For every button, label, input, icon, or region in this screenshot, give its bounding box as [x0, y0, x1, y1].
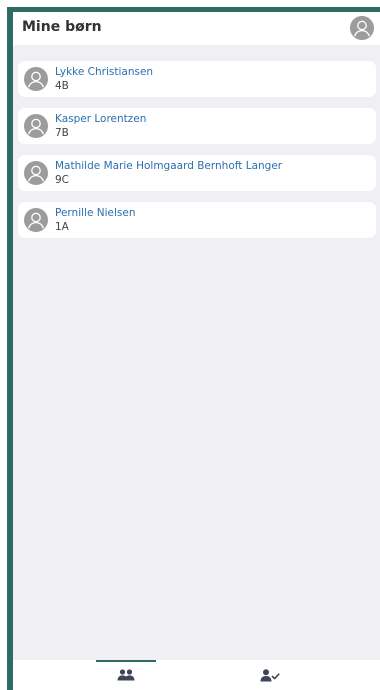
- users-icon: [117, 669, 135, 681]
- avatar: [24, 161, 48, 185]
- child-class: 9C: [55, 174, 70, 186]
- child-class: 7B: [55, 127, 69, 139]
- user-avatar-icon: [27, 165, 45, 182]
- bottom-nav: [13, 660, 380, 690]
- avatar: [24, 67, 48, 91]
- child-card[interactable]: Pernille Nielsen 1A: [18, 202, 376, 238]
- user-check-icon: [260, 669, 280, 682]
- user-avatar-icon: [27, 71, 45, 88]
- child-list: Lykke Christiansen 4B Kasper Lorentzen 7…: [18, 61, 376, 249]
- profile-button[interactable]: [350, 16, 374, 40]
- child-name: Pernille Nielsen: [55, 207, 136, 219]
- child-class: 4B: [55, 80, 69, 92]
- child-class: 1A: [55, 221, 69, 233]
- child-name: Lykke Christiansen: [55, 66, 154, 78]
- user-avatar-icon: [27, 118, 45, 135]
- avatar: [24, 208, 48, 232]
- child-card[interactable]: Lykke Christiansen 4B: [18, 61, 376, 97]
- user-avatar-icon: [350, 16, 374, 40]
- child-name: Mathilde Marie Holmgaard Bernhoft Langer: [55, 160, 283, 172]
- avatar: [24, 114, 48, 138]
- active-tab-indicator: [96, 660, 156, 662]
- app-frame: Mine børn Lykke Christiansen 4B Kasper L…: [7, 7, 380, 690]
- child-name: Kasper Lorentzen: [55, 113, 147, 125]
- tab-absence[interactable]: [240, 660, 300, 690]
- app-screen: Mine børn Lykke Christiansen 4B Kasper L…: [13, 12, 380, 690]
- header: Mine børn: [13, 12, 380, 45]
- child-card[interactable]: Mathilde Marie Holmgaard Bernhoft Langer…: [18, 155, 376, 191]
- user-avatar-icon: [27, 212, 45, 229]
- tab-children[interactable]: [96, 660, 156, 690]
- child-card[interactable]: Kasper Lorentzen 7B: [18, 108, 376, 144]
- page-title: Mine børn: [22, 19, 102, 35]
